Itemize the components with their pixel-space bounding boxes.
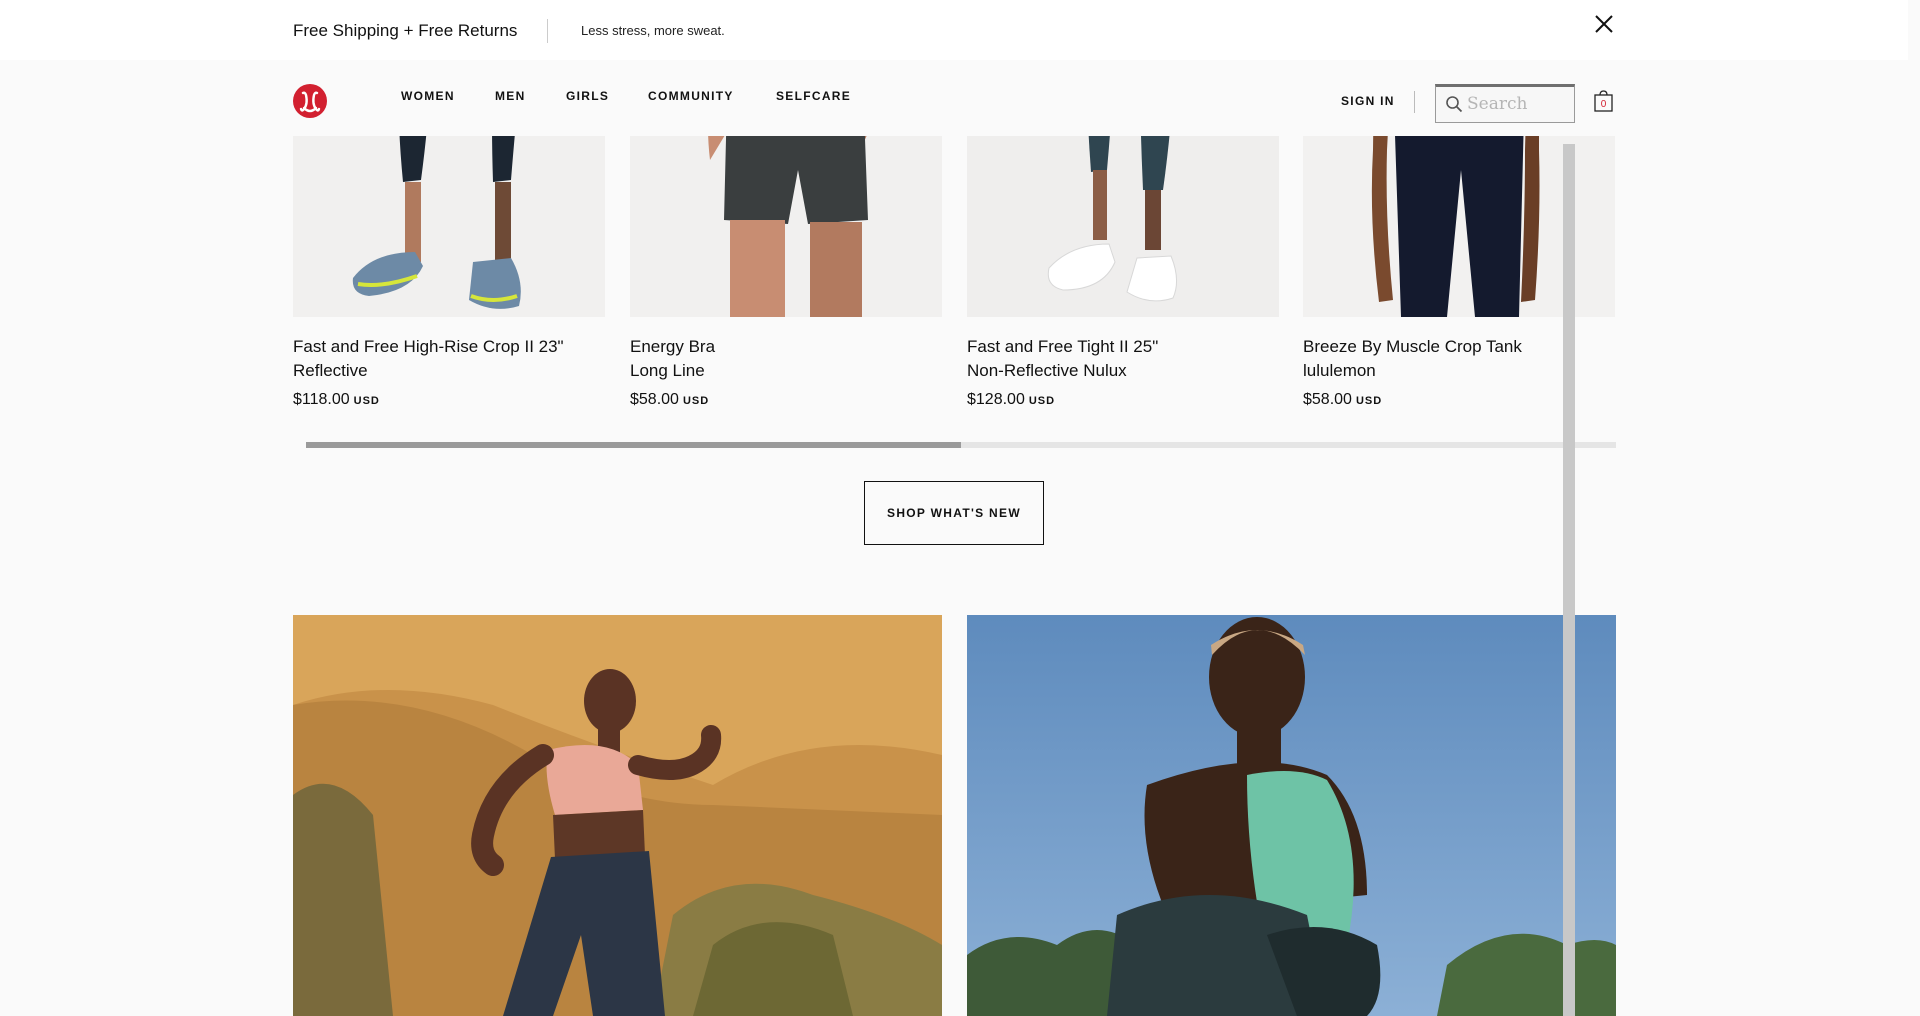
search-input[interactable] — [1467, 91, 1567, 117]
nav-item-selfcare[interactable]: SELFCARE — [776, 89, 851, 103]
product-name[interactable]: Energy Bra Long Line — [630, 335, 730, 383]
promo-divider — [547, 19, 548, 43]
price-value: $118.00 — [293, 391, 350, 408]
product-price: $118.00 USD — [293, 391, 380, 409]
price-currency: USD — [1028, 395, 1056, 407]
price-value: $128.00 — [967, 391, 1025, 408]
price-currency: USD — [353, 395, 380, 407]
search-icon — [1445, 95, 1463, 113]
product-name[interactable]: Breeze By Muscle Crop Tank lululemon — [1303, 335, 1543, 383]
product-price: $58.00 USD — [1303, 391, 1382, 409]
nav-item-girls[interactable]: GIRLS — [566, 89, 609, 103]
promo-main-text: Free Shipping + Free Returns — [293, 21, 518, 40]
hero-image-runner[interactable] — [293, 615, 942, 1016]
promo-sub-text: Less stress, more sweat. — [581, 23, 725, 38]
lululemon-logo-icon[interactable] — [293, 84, 327, 118]
product-price: $58.00 USD — [630, 391, 709, 409]
bag-count: 0 — [1601, 99, 1607, 110]
nav-divider — [1414, 91, 1415, 113]
product-name[interactable]: Fast and Free High-Rise Crop II 23" Refl… — [293, 335, 613, 383]
hero-image-portrait[interactable] — [967, 615, 1616, 1016]
product-price: $128.00 USD — [967, 391, 1055, 409]
vertical-scrollbar[interactable] — [1563, 144, 1575, 1016]
promo-banner: Free Shipping + Free Returns Less stress… — [0, 0, 1908, 60]
carousel-scrollbar[interactable] — [306, 442, 1616, 448]
price-currency: USD — [682, 395, 710, 407]
sign-in-link[interactable]: SIGN IN — [1341, 94, 1395, 108]
product-name[interactable]: Fast and Free Tight II 25" Non-Reflectiv… — [967, 335, 1177, 383]
shop-whats-new-button[interactable]: SHOP WHAT'S NEW — [864, 481, 1044, 545]
nav-item-women[interactable]: WOMEN — [401, 89, 455, 103]
price-value: $58.00 — [1303, 391, 1352, 408]
carousel-scrollbar-thumb[interactable] — [306, 442, 961, 448]
nav-item-community[interactable]: COMMUNITY — [648, 89, 734, 103]
shopping-bag-icon[interactable]: 0 — [1594, 90, 1613, 112]
price-currency: USD — [1355, 395, 1383, 407]
nav-item-men[interactable]: MEN — [495, 89, 526, 103]
main-navigation: WOMEN MEN GIRLS COMMUNITY SELFCARE SIGN … — [0, 60, 1908, 136]
search-box[interactable] — [1435, 84, 1575, 123]
price-value: $58.00 — [630, 391, 679, 408]
close-icon[interactable] — [1594, 14, 1614, 34]
